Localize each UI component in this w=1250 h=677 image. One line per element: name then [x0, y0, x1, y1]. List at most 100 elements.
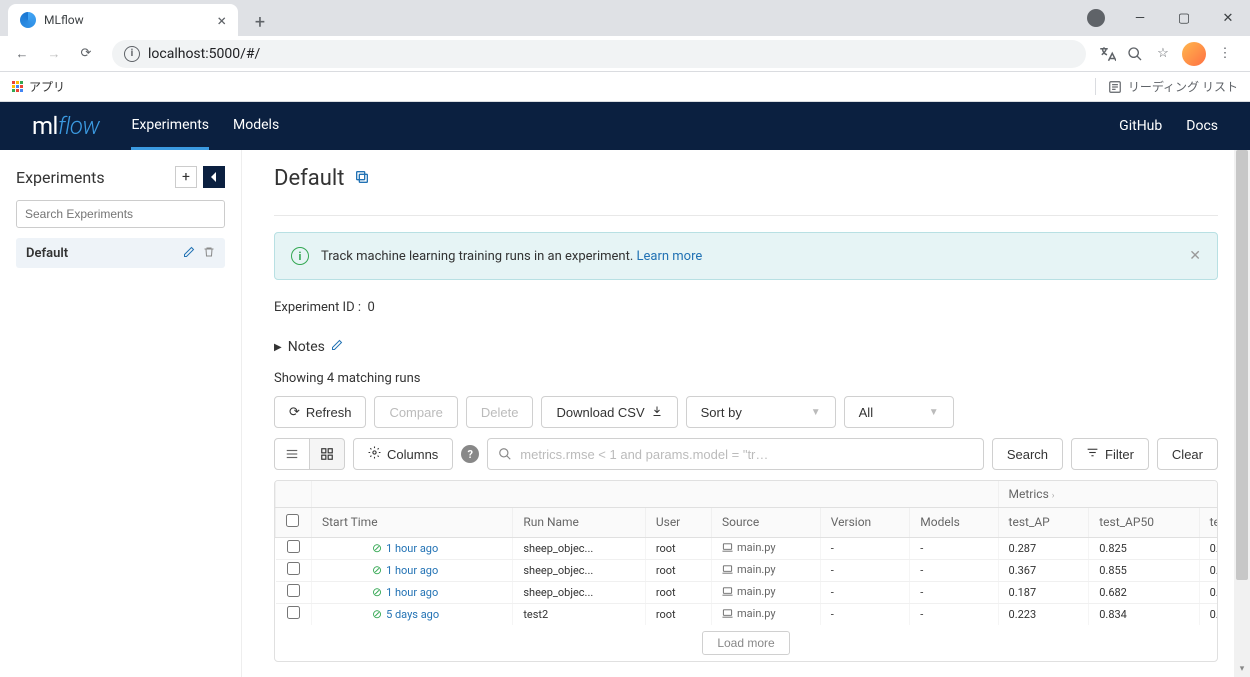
scrollbar[interactable]: ▾: [1234, 150, 1250, 677]
load-more-button[interactable]: Load more: [702, 631, 789, 655]
col-version[interactable]: Version: [820, 507, 910, 537]
chevron-down-icon: ▼: [811, 407, 821, 418]
status-finished-icon: ⊘: [372, 607, 382, 621]
search-experiments-input[interactable]: [16, 200, 225, 228]
sidebar-item-label: Default: [26, 246, 68, 261]
translate-icon[interactable]: [1098, 45, 1116, 63]
profile-avatar-icon[interactable]: [1182, 42, 1206, 66]
bookmark-icon[interactable]: ☆: [1154, 45, 1172, 63]
cell-models: -: [910, 603, 998, 625]
cell-run-name: test2: [513, 603, 646, 625]
col-test-ap[interactable]: test_AP: [998, 507, 1089, 537]
add-experiment-button[interactable]: +: [175, 166, 197, 188]
row-checkbox[interactable]: [287, 562, 300, 575]
window-close-icon[interactable]: ✕: [1206, 3, 1250, 33]
laptop-icon: [722, 586, 733, 597]
collapse-sidebar-button[interactable]: [203, 166, 225, 188]
run-link[interactable]: ⊘1 hour ago: [372, 563, 438, 577]
laptop-icon: [722, 564, 733, 575]
tab-close-icon[interactable]: ×: [217, 11, 226, 30]
col-test-ap75[interactable]: test_AP75: [1199, 507, 1217, 537]
browser-tab[interactable]: MLflow ×: [8, 4, 238, 36]
row-checkbox[interactable]: [287, 606, 300, 619]
col-user[interactable]: User: [645, 507, 711, 537]
apps-label: アプリ: [29, 78, 65, 95]
cell-test-ap75: 0.02: [1199, 581, 1217, 603]
search-runs-box[interactable]: [487, 438, 984, 470]
new-tab-button[interactable]: +: [246, 8, 274, 36]
gear-icon: [368, 446, 381, 462]
cell-test-ap50: 0.834: [1089, 603, 1199, 625]
columns-button[interactable]: Columns: [353, 438, 453, 470]
copy-link-icon[interactable]: [354, 169, 370, 189]
filter-button[interactable]: Filter: [1071, 438, 1149, 470]
refresh-button[interactable]: ⟳ Refresh: [274, 396, 366, 428]
banner-close-icon[interactable]: ✕: [1189, 248, 1201, 264]
chevron-right-icon: ▶: [274, 342, 282, 353]
cell-test-ap: 0.287: [998, 537, 1089, 559]
window-minimize-icon[interactable]: —: [1118, 3, 1162, 33]
edit-notes-icon[interactable]: [331, 339, 343, 355]
cell-source: main.py: [722, 563, 776, 576]
account-icon[interactable]: [1074, 3, 1118, 33]
cell-run-name: sheep_objec...: [513, 559, 646, 581]
compare-button[interactable]: Compare: [374, 396, 457, 428]
laptop-icon: [722, 542, 733, 553]
list-view-button[interactable]: [274, 438, 310, 470]
nav-github[interactable]: GitHub: [1119, 118, 1162, 134]
window-maximize-icon[interactable]: ▢: [1162, 3, 1206, 33]
cell-source: main.py: [722, 541, 776, 554]
back-button[interactable]: ←: [8, 40, 36, 68]
delete-experiment-icon[interactable]: [203, 246, 215, 261]
run-link[interactable]: ⊘1 hour ago: [372, 541, 438, 555]
col-models[interactable]: Models: [910, 507, 998, 537]
col-start-time[interactable]: Start Time: [312, 507, 513, 537]
nav-models[interactable]: Models: [233, 103, 279, 150]
search-button[interactable]: Search: [992, 438, 1063, 470]
col-test-ap50[interactable]: test_AP50: [1089, 507, 1199, 537]
search-runs-input[interactable]: [520, 447, 973, 462]
runs-table: Metrics › Para Start Time Run Name User …: [274, 480, 1218, 662]
bookmarks-bar: アプリ リーディング リスト: [0, 72, 1250, 102]
sidebar-item-default[interactable]: Default: [16, 238, 225, 268]
col-source[interactable]: Source: [712, 507, 821, 537]
site-info-icon[interactable]: i: [124, 46, 140, 62]
download-csv-button[interactable]: Download CSV: [541, 396, 677, 428]
scroll-thumb[interactable]: [1236, 150, 1248, 580]
scroll-down-icon[interactable]: ▾: [1234, 661, 1250, 677]
delete-button[interactable]: Delete: [466, 396, 534, 428]
matching-runs-text: Showing 4 matching runs: [274, 371, 1218, 386]
row-checkbox[interactable]: [287, 540, 300, 553]
nav-docs[interactable]: Docs: [1186, 118, 1218, 134]
table-row[interactable]: ⊘5 days ago test2 root main.py - - 0.223…: [276, 603, 1218, 625]
edit-experiment-icon[interactable]: [183, 246, 195, 261]
clear-button[interactable]: Clear: [1157, 438, 1218, 470]
col-run-name[interactable]: Run Name: [513, 507, 646, 537]
status-filter-select[interactable]: All ▼: [844, 396, 954, 428]
apps-bookmark[interactable]: アプリ: [12, 78, 65, 95]
table-row[interactable]: ⊘1 hour ago sheep_objec... root main.py …: [276, 559, 1218, 581]
nav-experiments[interactable]: Experiments: [131, 103, 209, 150]
select-all-checkbox[interactable]: [286, 514, 299, 527]
notes-toggle[interactable]: ▶ Notes: [274, 339, 1218, 355]
sort-by-select[interactable]: Sort by ▼: [686, 396, 836, 428]
table-row[interactable]: ⊘1 hour ago sheep_objec... root main.py …: [276, 537, 1218, 559]
cell-test-ap50: 0.825: [1089, 537, 1199, 559]
row-checkbox[interactable]: [287, 584, 300, 597]
help-icon[interactable]: ?: [461, 445, 479, 463]
table-row[interactable]: ⊘1 hour ago sheep_objec... root main.py …: [276, 581, 1218, 603]
menu-icon[interactable]: ⋮: [1216, 45, 1234, 63]
status-finished-icon: ⊘: [372, 563, 382, 577]
run-link[interactable]: ⊘1 hour ago: [372, 585, 438, 599]
cell-source: main.py: [722, 607, 776, 620]
reload-button[interactable]: ⟳: [72, 40, 100, 68]
grid-view-button[interactable]: [309, 438, 345, 470]
forward-button[interactable]: →: [40, 40, 68, 68]
address-bar[interactable]: i localhost:5000/#/: [112, 40, 1086, 68]
learn-more-link[interactable]: Learn more: [636, 249, 702, 264]
reading-list-button[interactable]: リーディング リスト: [1095, 78, 1238, 95]
run-link[interactable]: ⊘5 days ago: [372, 607, 439, 621]
chevron-down-icon: ▼: [929, 407, 939, 418]
cell-test-ap75: 0.031: [1199, 603, 1217, 625]
search-icon[interactable]: [1126, 45, 1144, 63]
